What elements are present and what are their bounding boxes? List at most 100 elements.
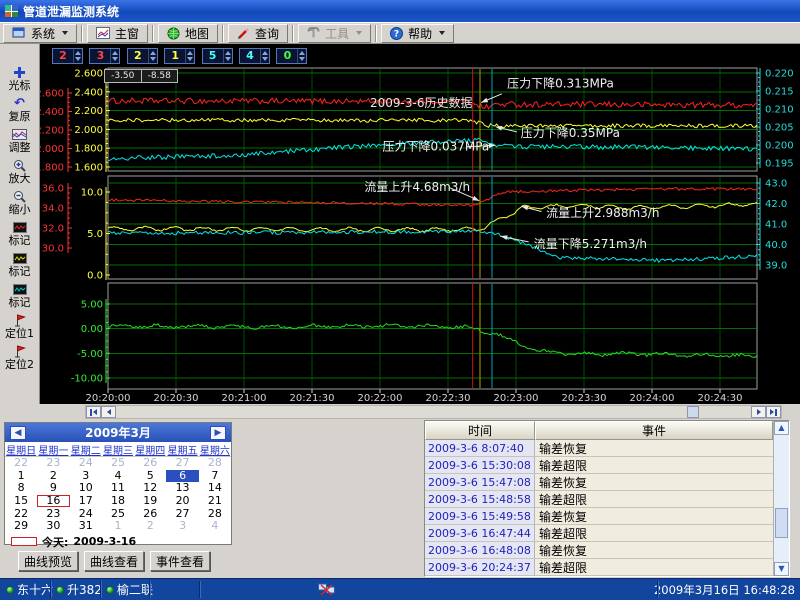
calendar-day[interactable]: 22 xyxy=(5,457,37,469)
spinner-arrows[interactable] xyxy=(148,49,157,63)
calendar-day[interactable]: 24 xyxy=(70,457,102,469)
calendar-day[interactable]: 7 xyxy=(199,470,231,482)
weekday-label[interactable]: 星期日 xyxy=(5,442,37,457)
calendar-day[interactable]: 21 xyxy=(199,495,231,507)
scroll-right-button[interactable] xyxy=(751,406,766,418)
toolbar-button-map[interactable]: 地图 xyxy=(158,24,218,43)
calendar-day[interactable]: 27 xyxy=(166,457,198,469)
calendar-day[interactable]: 6 xyxy=(166,470,198,482)
calendar-day[interactable]: 20 xyxy=(166,495,198,507)
calendar-day[interactable]: 28 xyxy=(199,508,231,520)
tool-locate-flag-8[interactable]: 定位1 xyxy=(0,311,39,342)
tool-cursor-cross-0[interactable]: 光标 xyxy=(0,63,39,94)
weekday-label[interactable]: 星期二 xyxy=(70,442,102,457)
events-table-scrollbar[interactable]: ▲ ▼ xyxy=(773,421,789,576)
calendar-day[interactable]: 2 xyxy=(37,470,69,482)
series-spinner-2[interactable]: 2 xyxy=(127,48,158,64)
calendar-day[interactable]: 16 xyxy=(37,495,69,507)
spinner-arrows[interactable] xyxy=(297,49,306,63)
calendar-day[interactable]: 25 xyxy=(102,508,134,520)
series-spinner-1[interactable]: 3 xyxy=(89,48,120,64)
table-row[interactable]: 2009-3-6 16:48:08输差恢复 xyxy=(425,542,773,559)
series-spinner-6[interactable]: 0 xyxy=(276,48,307,64)
calendar-day[interactable]: 18 xyxy=(102,495,134,507)
table-row[interactable]: 2009-3-6 16:47:44输差超限 xyxy=(425,525,773,542)
scroll-last-button[interactable] xyxy=(766,406,781,418)
calendar-day[interactable]: 27 xyxy=(166,508,198,520)
calendar-day[interactable]: 17 xyxy=(70,495,102,507)
calendar-day[interactable]: 3 xyxy=(166,520,198,532)
chart-horizontal-scrollbar[interactable] xyxy=(85,405,782,419)
calendar-day[interactable]: 5 xyxy=(134,470,166,482)
toolbar-button-system[interactable]: 系统 xyxy=(3,24,77,43)
tool-locate-flag-9[interactable]: 定位2 xyxy=(0,342,39,373)
column-header-time[interactable]: 时间 xyxy=(425,421,535,440)
toolbar-button-help[interactable]: ?帮助 xyxy=(381,24,454,43)
tool-undo-1[interactable]: ↶复原 xyxy=(0,94,39,125)
table-row[interactable]: 2009-3-6 8:07:40输差恢复 xyxy=(425,440,773,457)
calendar-day[interactable]: 24 xyxy=(70,508,102,520)
calendar-day[interactable]: 25 xyxy=(102,457,134,469)
series-spinner-3[interactable]: 1 xyxy=(164,48,195,64)
weekday-label[interactable]: 星期三 xyxy=(102,442,134,457)
calendar-day[interactable]: 26 xyxy=(134,457,166,469)
table-row[interactable]: 2009-3-6 15:48:58输差超限 xyxy=(425,491,773,508)
scroll-thumb[interactable] xyxy=(687,406,699,418)
calendar-day[interactable]: 1 xyxy=(102,520,134,532)
toolbar-button-query[interactable]: 查询 xyxy=(228,24,288,43)
calendar-day[interactable]: 31 xyxy=(70,520,102,532)
action-button-1[interactable]: 曲线查看 xyxy=(84,551,144,571)
series-spinner-0[interactable]: 2 xyxy=(52,48,83,64)
calendar-day[interactable]: 28 xyxy=(199,457,231,469)
calendar-day[interactable]: 26 xyxy=(134,508,166,520)
spinner-arrows[interactable] xyxy=(110,49,119,63)
tool-zoom-out-4[interactable]: 缩小 xyxy=(0,187,39,218)
scroll-up-button[interactable]: ▲ xyxy=(774,421,789,435)
calendar-day[interactable]: 19 xyxy=(134,495,166,507)
series-spinner-4[interactable]: 5 xyxy=(202,48,233,64)
scroll-thumb[interactable] xyxy=(775,508,788,538)
tool-mark-cyan-7[interactable]: 标记 xyxy=(0,280,39,311)
tool-mark-yellow-6[interactable]: 标记 xyxy=(0,249,39,280)
table-row[interactable]: 2009-3-6 20:24:37输差超限 xyxy=(425,559,773,576)
table-row[interactable]: 2009-3-6 15:30:08输差超限 xyxy=(425,457,773,474)
calendar-day[interactable]: 13 xyxy=(166,482,198,494)
toolbar-button-main-window[interactable]: 主窗 xyxy=(87,24,148,43)
series-spinner-5[interactable]: 4 xyxy=(239,48,270,64)
calendar-day[interactable]: 8 xyxy=(5,482,37,494)
scroll-left-button[interactable] xyxy=(101,406,116,418)
tool-mark-red-5[interactable]: 标记 xyxy=(0,218,39,249)
calendar-day[interactable]: 23 xyxy=(37,457,69,469)
calendar-day[interactable]: 2 xyxy=(134,520,166,532)
table-row[interactable]: 2009-3-6 15:49:58输差恢复 xyxy=(425,508,773,525)
calendar-day[interactable]: 29 xyxy=(5,520,37,532)
calendar-day[interactable]: 22 xyxy=(5,508,37,520)
weekday-label[interactable]: 星期四 xyxy=(134,442,166,457)
calendar-day[interactable]: 12 xyxy=(134,482,166,494)
scroll-track[interactable] xyxy=(116,406,751,418)
calendar-day[interactable]: 3 xyxy=(70,470,102,482)
weekday-label[interactable]: 星期一 xyxy=(37,442,69,457)
tool-adjust-chart-2[interactable]: 调整 xyxy=(0,125,39,156)
action-button-2[interactable]: 事件查看 xyxy=(150,551,210,571)
table-row[interactable]: 2009-3-6 15:47:08输差恢复 xyxy=(425,474,773,491)
calendar-day[interactable]: 1 xyxy=(5,470,37,482)
calendar-day[interactable]: 10 xyxy=(70,482,102,494)
action-button-0[interactable]: 曲线预览 xyxy=(18,551,78,571)
spinner-arrows[interactable] xyxy=(185,49,194,63)
scroll-down-button[interactable]: ▼ xyxy=(774,562,789,576)
spinner-arrows[interactable] xyxy=(73,49,82,63)
calendar-day[interactable]: 4 xyxy=(199,520,231,532)
calendar-day[interactable]: 11 xyxy=(102,482,134,494)
calendar-day[interactable]: 4 xyxy=(102,470,134,482)
calendar-day[interactable]: 23 xyxy=(37,508,69,520)
weekday-label[interactable]: 星期六 xyxy=(199,442,231,457)
weekday-label[interactable]: 星期五 xyxy=(166,442,198,457)
scroll-first-button[interactable] xyxy=(86,406,101,418)
column-header-event[interactable]: 事件 xyxy=(535,421,773,440)
calendar-day[interactable]: 30 xyxy=(37,520,69,532)
calendar-prev-button[interactable]: ◀ xyxy=(10,426,26,440)
spinner-arrows[interactable] xyxy=(260,49,269,63)
calendar-day[interactable]: 14 xyxy=(199,482,231,494)
spinner-arrows[interactable] xyxy=(223,49,232,63)
